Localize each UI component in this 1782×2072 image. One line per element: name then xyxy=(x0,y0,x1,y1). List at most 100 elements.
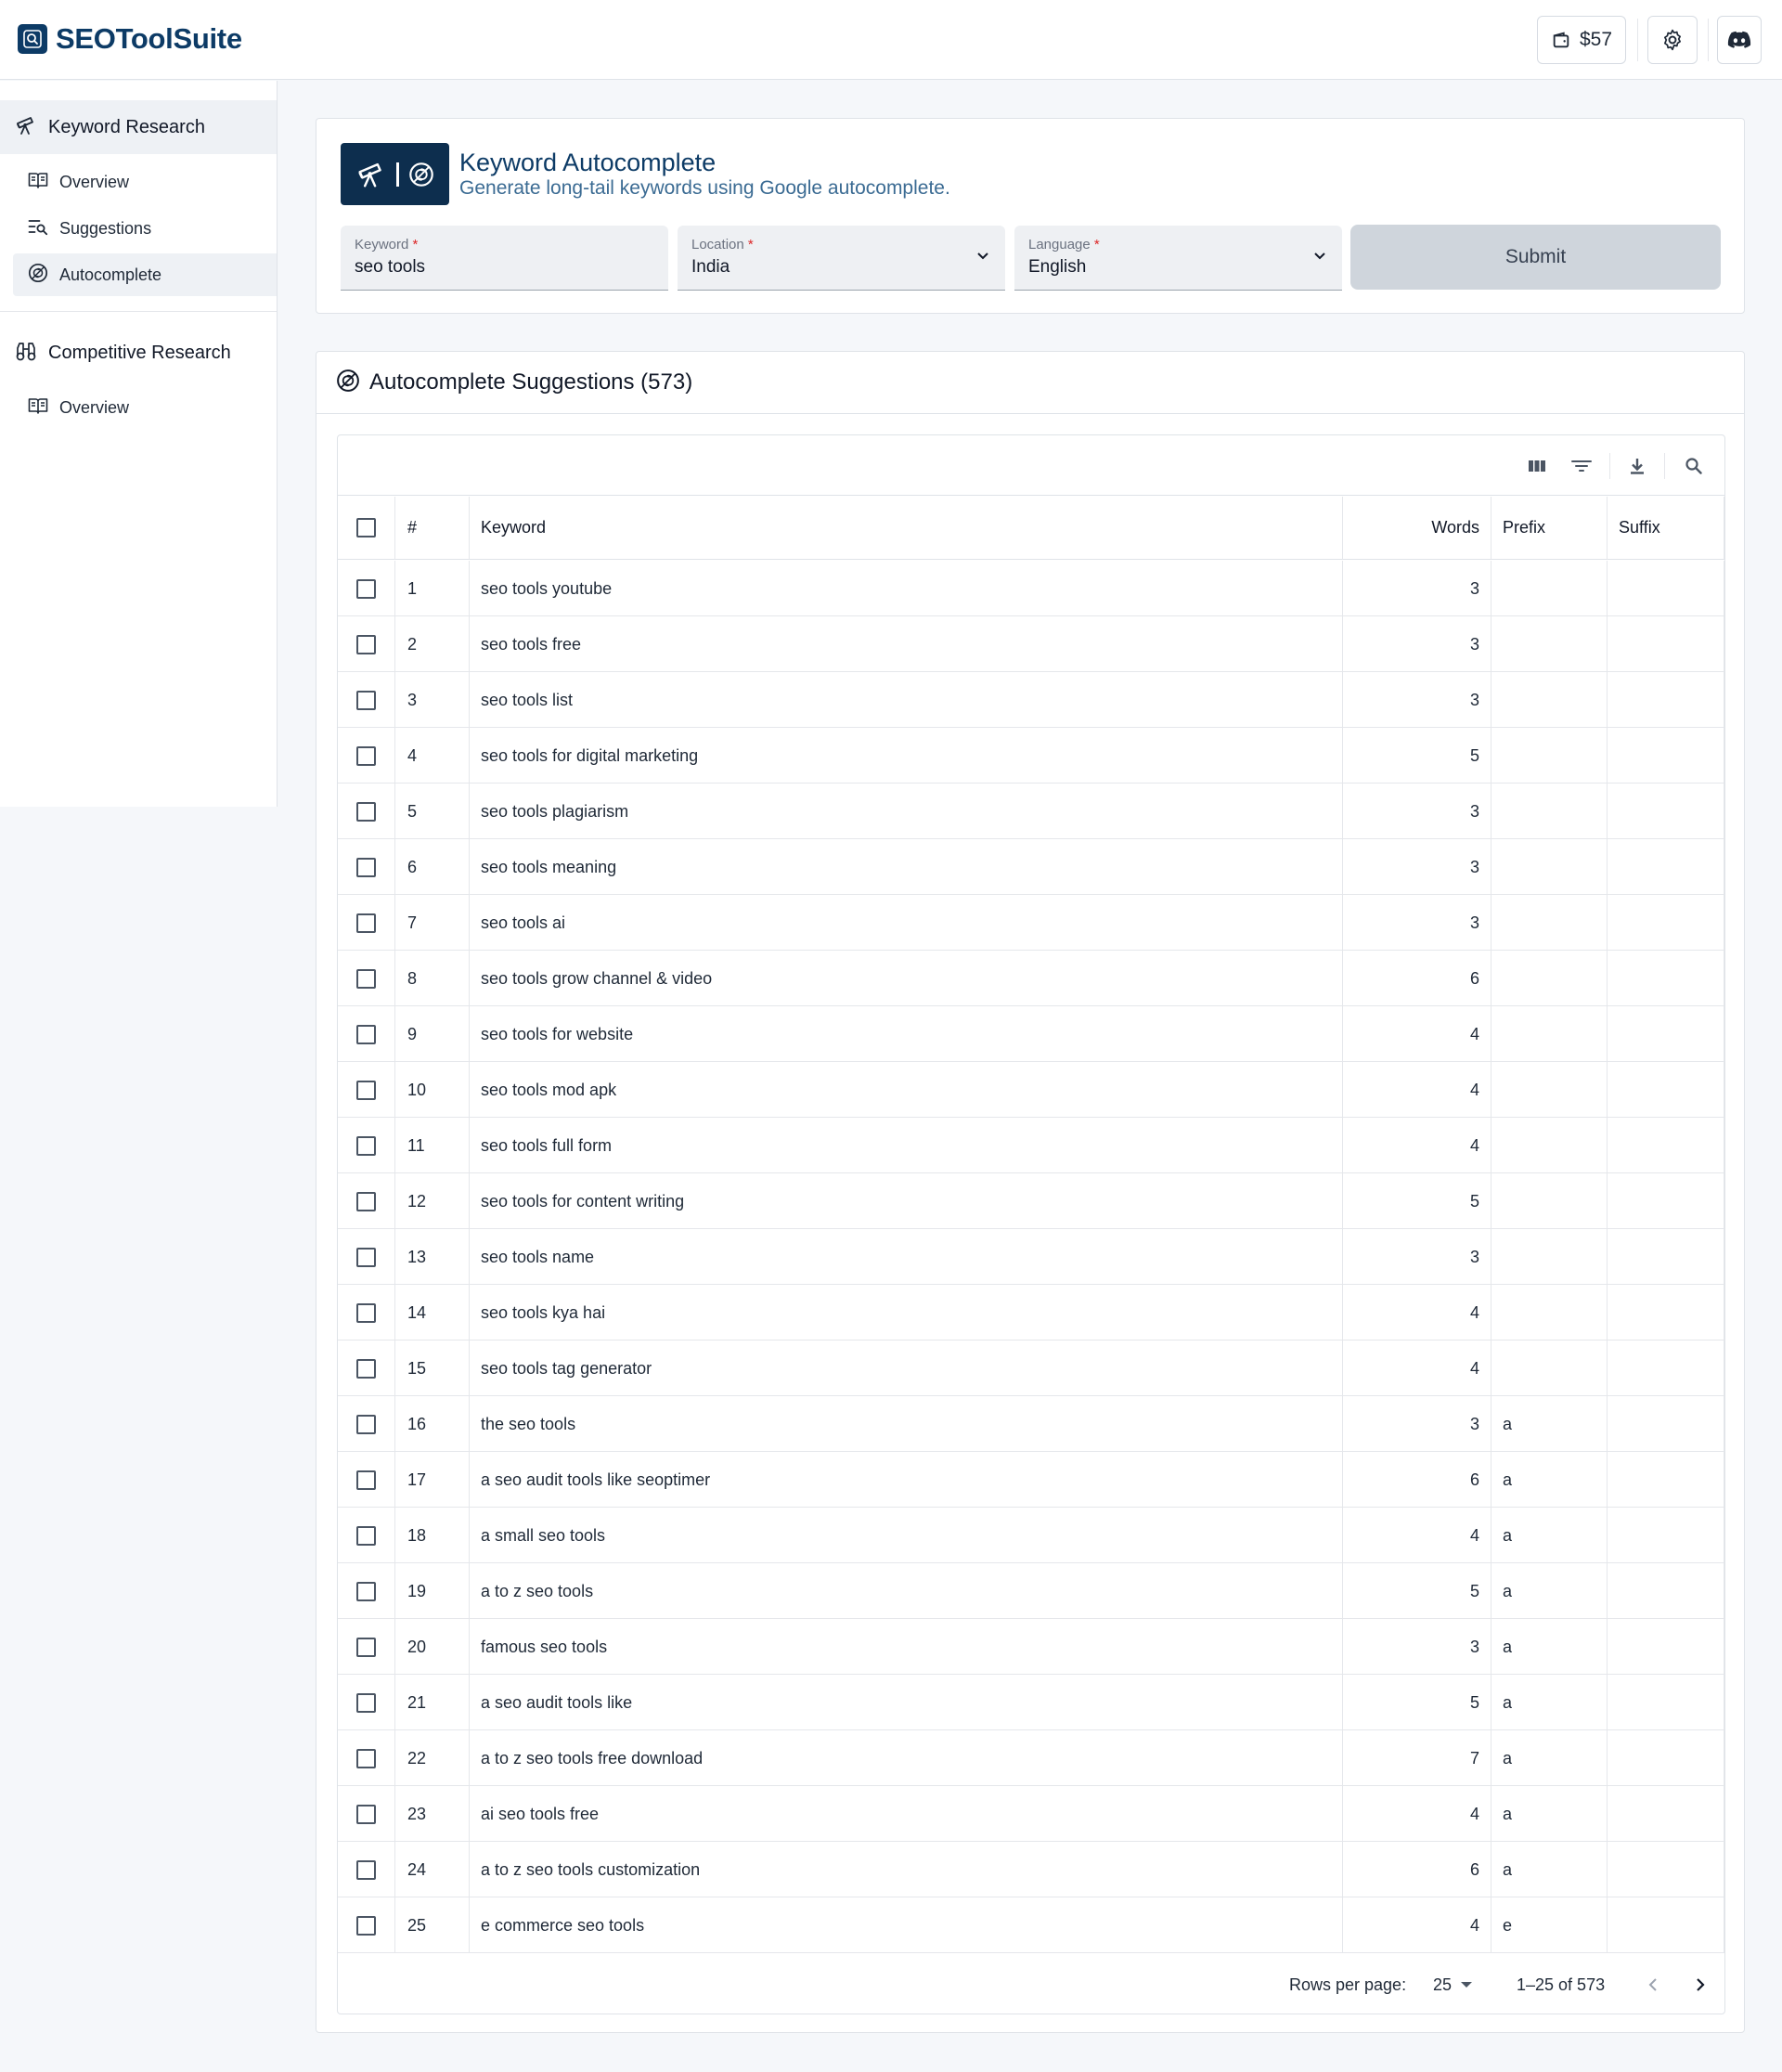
wallet-button[interactable]: $57 xyxy=(1537,16,1626,64)
columns-button[interactable] xyxy=(1525,454,1549,478)
row-checkbox[interactable] xyxy=(356,1024,376,1044)
row-checkbox[interactable] xyxy=(356,1692,376,1713)
table-row[interactable]: 17 a seo audit tools like seoptimer 6 a xyxy=(338,1452,1724,1508)
table-row[interactable]: 21 a seo audit tools like 5 a xyxy=(338,1675,1724,1730)
row-index: 5 xyxy=(395,783,470,839)
keyword-field[interactable]: Keyword * seo tools xyxy=(341,226,668,291)
submit-button[interactable]: Submit xyxy=(1350,225,1721,290)
row-checkbox[interactable] xyxy=(356,968,376,989)
table-row[interactable]: 8 seo tools grow channel & video 6 xyxy=(338,951,1724,1006)
row-keyword: seo tools meaning xyxy=(470,839,1343,895)
row-checkbox[interactable] xyxy=(356,1414,376,1434)
settings-button[interactable] xyxy=(1647,16,1698,64)
row-checkbox[interactable] xyxy=(356,690,376,710)
column-header-words[interactable]: Words xyxy=(1343,497,1491,560)
row-prefix: a xyxy=(1491,1563,1608,1619)
row-checkbox[interactable] xyxy=(356,801,376,822)
row-checkbox[interactable] xyxy=(356,634,376,654)
download-button[interactable] xyxy=(1625,454,1649,478)
sidebar-item-label: Suggestions xyxy=(59,218,152,238)
row-keyword: a to z seo tools customization xyxy=(470,1842,1343,1897)
table-row[interactable]: 12 seo tools for content writing 5 xyxy=(338,1173,1724,1229)
table-row[interactable]: 25 e commerce seo tools 4 e xyxy=(338,1897,1724,1953)
previous-page-button[interactable] xyxy=(1641,1973,1665,1997)
sidebar-item-competitive-overview[interactable]: Overview xyxy=(13,386,277,429)
table-row[interactable]: 20 famous seo tools 3 a xyxy=(338,1619,1724,1675)
row-checkbox[interactable] xyxy=(356,1804,376,1824)
column-header-suffix[interactable]: Suffix xyxy=(1608,497,1724,560)
row-suffix xyxy=(1608,1452,1724,1508)
table-row[interactable]: 9 seo tools for website 4 xyxy=(338,1006,1724,1062)
table-row[interactable]: 7 seo tools ai 3 xyxy=(338,895,1724,951)
sidebar-item-overview[interactable]: Overview xyxy=(13,161,277,203)
row-checkbox[interactable] xyxy=(356,745,376,766)
table-row[interactable]: 11 seo tools full form 4 xyxy=(338,1118,1724,1173)
table-row[interactable]: 18 a small seo tools 4 a xyxy=(338,1508,1724,1563)
select-all-checkbox[interactable] xyxy=(356,518,376,537)
table-row[interactable]: 14 seo tools kya hai 4 xyxy=(338,1285,1724,1340)
sidebar-group-competitive-research[interactable]: Competitive Research xyxy=(0,326,277,380)
row-index: 23 xyxy=(395,1786,470,1842)
row-checkbox[interactable] xyxy=(356,1358,376,1379)
row-prefix: a xyxy=(1491,1730,1608,1786)
table-row[interactable]: 24 a to z seo tools customization 6 a xyxy=(338,1842,1724,1897)
table-row[interactable]: 22 a to z seo tools free download 7 a xyxy=(338,1730,1724,1786)
table-row[interactable]: 10 seo tools mod apk 4 xyxy=(338,1062,1724,1118)
row-checkbox[interactable] xyxy=(356,1581,376,1601)
row-select-cell xyxy=(338,1229,395,1285)
book-icon xyxy=(28,171,48,194)
row-checkbox[interactable] xyxy=(356,913,376,933)
toolbar-divider xyxy=(1609,453,1610,479)
table-row[interactable]: 6 seo tools meaning 3 xyxy=(338,839,1724,895)
gear-icon xyxy=(1664,29,1681,51)
column-header-index[interactable]: # xyxy=(395,497,470,560)
row-checkbox[interactable] xyxy=(356,1915,376,1936)
table-pagination: Rows per page: 25 1–25 of 573 xyxy=(338,1956,1724,2014)
row-prefix xyxy=(1491,1118,1608,1173)
table-row[interactable]: 19 a to z seo tools 5 a xyxy=(338,1563,1724,1619)
row-index: 16 xyxy=(395,1396,470,1452)
sidebar-group-keyword-research[interactable]: Keyword Research xyxy=(0,100,277,154)
location-select[interactable]: Location * India xyxy=(678,226,1005,291)
rows-per-page-select[interactable]: 25 xyxy=(1433,1975,1452,1995)
discord-button[interactable] xyxy=(1717,16,1762,64)
row-prefix xyxy=(1491,616,1608,672)
row-checkbox[interactable] xyxy=(356,1302,376,1323)
row-checkbox[interactable] xyxy=(356,1080,376,1100)
row-checkbox[interactable] xyxy=(356,1748,376,1768)
row-checkbox[interactable] xyxy=(356,1247,376,1267)
row-keyword: seo tools youtube xyxy=(470,561,1343,616)
table-row[interactable]: 23 ai seo tools free 4 a xyxy=(338,1786,1724,1842)
row-checkbox[interactable] xyxy=(356,857,376,877)
column-header-prefix[interactable]: Prefix xyxy=(1491,497,1608,560)
row-index: 14 xyxy=(395,1285,470,1340)
next-page-button[interactable] xyxy=(1688,1973,1712,1997)
row-checkbox[interactable] xyxy=(356,1859,376,1880)
table-row[interactable]: 13 seo tools name 3 xyxy=(338,1229,1724,1285)
sidebar-item-suggestions[interactable]: Suggestions xyxy=(13,207,277,250)
keyword-field-value[interactable]: seo tools xyxy=(355,257,425,278)
table-row[interactable]: 16 the seo tools 3 a xyxy=(338,1396,1724,1452)
table-row[interactable]: 5 seo tools plagiarism 3 xyxy=(338,783,1724,839)
table-row[interactable]: 2 seo tools free 3 xyxy=(338,616,1724,672)
row-suffix xyxy=(1608,1173,1724,1229)
row-words: 4 xyxy=(1343,1786,1491,1842)
row-checkbox[interactable] xyxy=(356,1525,376,1546)
app-logo[interactable]: SEOToolSuite xyxy=(18,22,242,56)
table-row[interactable]: 4 seo tools for digital marketing 5 xyxy=(338,728,1724,783)
row-checkbox[interactable] xyxy=(356,1637,376,1657)
table-row[interactable]: 3 seo tools list 3 xyxy=(338,672,1724,728)
row-suffix xyxy=(1608,561,1724,616)
row-suffix xyxy=(1608,1842,1724,1897)
language-select[interactable]: Language * English xyxy=(1014,226,1342,291)
column-header-keyword[interactable]: Keyword xyxy=(470,497,1343,560)
row-checkbox[interactable] xyxy=(356,1470,376,1490)
table-row[interactable]: 15 seo tools tag generator 4 xyxy=(338,1340,1724,1396)
table-row[interactable]: 1 seo tools youtube 3 xyxy=(338,561,1724,616)
row-checkbox[interactable] xyxy=(356,1135,376,1156)
row-checkbox[interactable] xyxy=(356,1191,376,1211)
search-button[interactable] xyxy=(1682,454,1706,478)
sidebar-item-autocomplete[interactable]: Autocomplete xyxy=(13,253,277,296)
filter-button[interactable] xyxy=(1569,454,1594,478)
row-checkbox[interactable] xyxy=(356,578,376,599)
